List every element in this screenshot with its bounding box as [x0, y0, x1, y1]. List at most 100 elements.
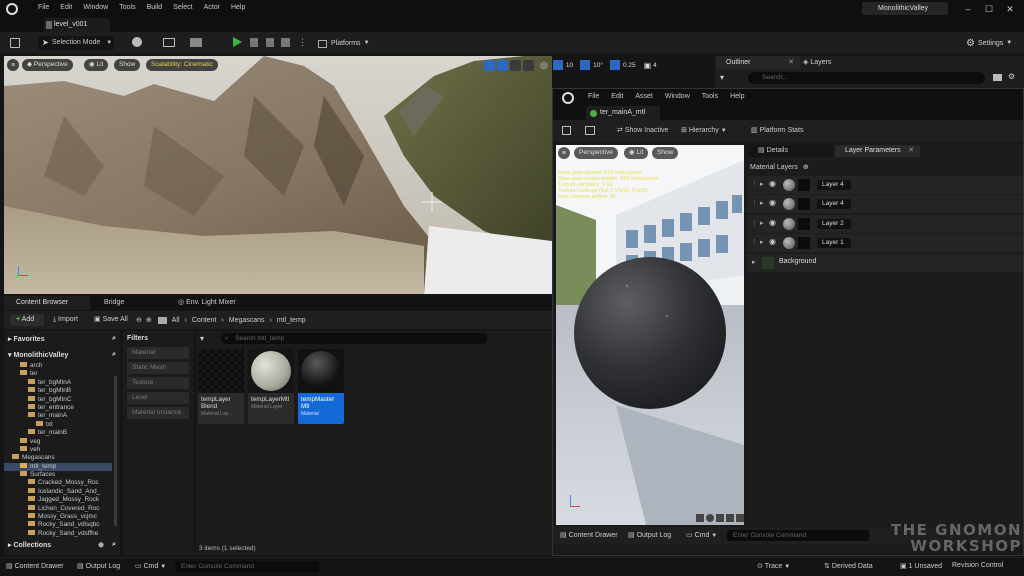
expand-icon[interactable]: ▸: [760, 219, 764, 227]
play-icon[interactable]: [233, 37, 242, 47]
tab-content-browser[interactable]: Content Browser: [4, 296, 90, 310]
asset-tile-templayermtl[interactable]: tempLayerMtl Material Layer: [248, 349, 294, 424]
scale-icon[interactable]: [523, 59, 534, 71]
show-button[interactable]: Show: [114, 59, 141, 71]
search-icon[interactable]: ⌕: [112, 541, 116, 549]
selection-mode-dropdown[interactable]: ➤ Selection Mode ▼: [38, 36, 114, 50]
visibility-eye-icon[interactable]: ◉: [769, 179, 776, 188]
menu-window[interactable]: Window: [83, 4, 108, 11]
viewport-menu-icon[interactable]: ≡: [558, 147, 570, 159]
menu-file[interactable]: File: [38, 4, 49, 11]
hierarchy-button[interactable]: ⊞ Hierarchy ▼: [681, 126, 727, 134]
level-viewport[interactable]: ≡ ◆ Perspective ◉ Lit Show Scalability: …: [4, 56, 552, 294]
rotation-snap-icon[interactable]: [580, 60, 591, 70]
tree-root[interactable]: ▾ MonolithicValley ⌕: [8, 351, 116, 359]
asset-tile-tempmaster-mtl[interactable]: tempMaster Mtl Material: [298, 349, 344, 424]
collections-header[interactable]: ▸ Collections ⊕ ⌕: [8, 541, 116, 549]
platform-stats-button[interactable]: ▥ Platform Stats: [751, 126, 804, 134]
outliner-filter-icon[interactable]: ▾: [720, 73, 724, 82]
outliner-tab[interactable]: Outliner ✕: [716, 56, 800, 69]
drag-handle-icon[interactable]: ⋮: [751, 199, 758, 207]
breadcrumb-mtl-temp[interactable]: mtl_temp: [277, 317, 306, 324]
drag-handle-icon[interactable]: ⋮: [751, 238, 758, 246]
sequence-icon[interactable]: [190, 38, 202, 47]
tree-item[interactable]: ter_entrance: [4, 403, 112, 412]
settings-button[interactable]: ⚙ Settings ▼: [966, 36, 1012, 51]
import-button[interactable]: ⤓ Import: [53, 314, 78, 326]
tree-item[interactable]: ter_bgMtnB: [4, 387, 112, 395]
unreal-logo-icon[interactable]: [562, 92, 574, 104]
tree-item[interactable]: Megascans: [4, 454, 112, 462]
rotate-icon[interactable]: [510, 59, 521, 71]
favorites-header[interactable]: ▸ Favorites ⌕: [8, 335, 116, 343]
camera-speed-value[interactable]: 4: [653, 62, 657, 69]
material-layer-row[interactable]: ⋮ ▸ ◉ Layer 1: [747, 234, 1023, 252]
me-content-drawer-button[interactable]: ▤ Content Drawer: [560, 531, 618, 539]
teapot-icon[interactable]: [736, 514, 744, 522]
save-all-button[interactable]: ▣ Save All: [94, 314, 128, 326]
material-layer-row[interactable]: ⋮ ▸ ◉ Layer 4: [747, 176, 1023, 194]
save-icon[interactable]: [10, 38, 20, 48]
tree-item[interactable]: arch: [4, 362, 112, 370]
browse-icon[interactable]: [585, 126, 595, 135]
details-tab[interactable]: ▤ Details: [748, 145, 833, 157]
menu-tools[interactable]: Tools: [119, 4, 135, 11]
visibility-eye-icon[interactable]: ◉: [769, 198, 776, 207]
folder-add-icon[interactable]: [993, 74, 1002, 81]
maximize-button[interactable]: ☐: [983, 3, 995, 15]
outliner-settings-icon[interactable]: ⚙: [1008, 72, 1015, 81]
add-layer-icon[interactable]: ⊕: [803, 164, 809, 171]
asset-tile-templayer-blend[interactable]: tempLayer Blend Material Lay...: [198, 349, 244, 424]
tree-item[interactable]: ter_bgMtnC: [4, 395, 112, 404]
tree-item[interactable]: ter_mainB: [4, 429, 112, 437]
scalability-warning[interactable]: Scalability: Cinematic: [146, 59, 218, 71]
menu-help[interactable]: Help: [231, 4, 245, 11]
save-icon[interactable]: [562, 126, 571, 135]
filter-static-mesh[interactable]: Static Mesh: [127, 362, 189, 374]
step-icon[interactable]: [250, 38, 258, 47]
expand-icon[interactable]: ▸: [760, 238, 764, 246]
cube-icon[interactable]: [726, 514, 734, 522]
breadcrumb-megascans[interactable]: Megascans: [229, 317, 265, 324]
me-menu-window[interactable]: Window: [665, 93, 690, 100]
grid-snap-value[interactable]: 10: [566, 62, 573, 69]
search-icon[interactable]: ⌕: [112, 335, 116, 343]
scale-snap-value[interactable]: 0.25: [623, 62, 636, 69]
minimize-button[interactable]: –: [962, 3, 974, 15]
background-layer-row[interactable]: ▸ Background: [747, 254, 1023, 272]
drag-handle-icon[interactable]: ⋮: [751, 219, 758, 227]
translate-icon[interactable]: [497, 59, 508, 71]
asset-search[interactable]: ⌕ Search mtl_temp: [221, 333, 487, 344]
tree-item[interactable]: Rocky_Sand_vdsffhe: [4, 529, 112, 538]
stop-icon[interactable]: [266, 38, 274, 47]
tab-env-light-mixer[interactable]: ◎ Env. Light Mixer: [178, 296, 236, 310]
tree-scrollbar[interactable]: [114, 376, 117, 526]
eject-icon[interactable]: [281, 38, 290, 47]
breadcrumb-content[interactable]: Content: [192, 317, 217, 324]
plane-icon[interactable]: [716, 514, 724, 522]
tab-bridge[interactable]: Bridge: [104, 296, 124, 310]
me-menu-tools[interactable]: Tools: [702, 93, 718, 100]
tree-item[interactable]: ter: [4, 370, 112, 378]
material-asset-tab[interactable]: ter_mainA_mtl: [586, 106, 660, 120]
layer-name[interactable]: Layer 2: [817, 219, 851, 229]
menu-select[interactable]: Select: [173, 4, 192, 11]
viewport-menu-icon[interactable]: ≡: [7, 59, 19, 71]
visibility-eye-icon[interactable]: ◉: [769, 218, 776, 227]
unreal-logo-icon[interactable]: [6, 3, 18, 15]
tree-item[interactable]: Mossy_Grass_vcjmc: [4, 513, 112, 521]
expand-icon[interactable]: ▸: [760, 199, 764, 207]
history-forward-icon[interactable]: ⊕: [146, 316, 152, 324]
filter-material-instance[interactable]: Material Instance: [127, 407, 189, 419]
material-preview-viewport[interactable]: ≡ Perspective ◉ Lit Show: [556, 145, 744, 525]
tree-item[interactable]: txt: [4, 420, 112, 429]
tree-item[interactable]: Surfaces: [4, 471, 112, 479]
tree-item[interactable]: Icelandic_Sand_And_: [4, 487, 112, 496]
content-drawer-button[interactable]: ▤ Content Drawer: [6, 562, 64, 570]
level-tab[interactable]: level_v001: [44, 18, 110, 32]
tree-item[interactable]: mtl_temp: [4, 462, 112, 472]
outliner-search[interactable]: Search...: [748, 72, 985, 84]
show-inactive-button[interactable]: ⇄ Show Inactive: [617, 126, 668, 134]
perspective-button[interactable]: ◆ Perspective: [22, 59, 73, 71]
layer-parameters-tab[interactable]: Layer Parameters ✕: [835, 145, 920, 157]
